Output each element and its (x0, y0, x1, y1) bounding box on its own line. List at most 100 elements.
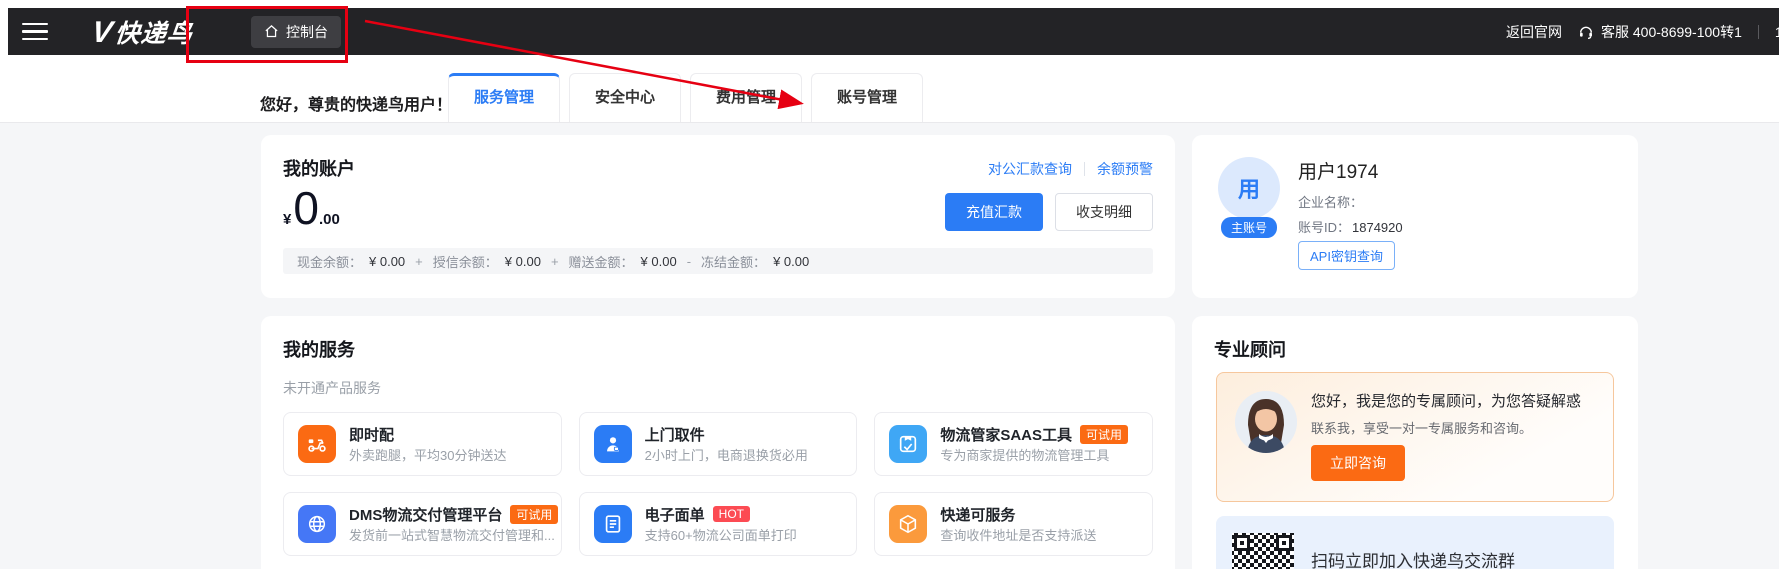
service-desc: 外卖跑腿，平均30分钟送达 (349, 448, 506, 463)
balance-breakdown-bar: 现金余额：¥ 0.00+ 授信余额：¥ 0.00+ 赠送金额：¥ 0.00- 冻… (283, 248, 1153, 274)
service-item-dms-platform[interactable]: DMS物流交付管理平台 可试用 发货前一站式智慧物流交付管理和... (283, 492, 562, 556)
advisor-contact-line: 联系我，享受一对一专属服务和咨询。 (1311, 418, 1532, 437)
balance-decimal: .00 (319, 211, 340, 228)
tab-service-management[interactable]: 服务管理 (448, 73, 560, 122)
balance-integer: 0 (293, 185, 319, 231)
scooter-icon (298, 425, 336, 463)
customer-service[interactable]: 客服 400-8699-100转1 (1578, 22, 1742, 42)
income-expense-detail-button[interactable]: 收支明细 (1055, 193, 1153, 231)
saas-app-icon (889, 425, 927, 463)
page: V 快递鸟 控制台 返回官网 客服 400-8699-100转1 1860 您好… (0, 0, 1779, 569)
qr-caption: 扫码立即加入快递鸟交流群 (1311, 547, 1515, 569)
home-icon (264, 24, 279, 39)
headset-icon (1578, 24, 1594, 40)
hot-badge: HOT (713, 506, 750, 522)
consult-now-button[interactable]: 立即咨询 (1311, 445, 1405, 481)
op-plus: + (548, 254, 562, 269)
advisor-photo (1235, 391, 1297, 453)
api-key-query-button[interactable]: API密钥查询 (1298, 241, 1395, 270)
console-button[interactable]: 控制台 (251, 16, 341, 48)
tab-row: 您好，尊贵的快递鸟用户！ 服务管理 安全中心 费用管理 账号管理 (0, 55, 1779, 123)
service-item-logistics-saas[interactable]: 物流管家SAAS工具 可试用 专为商家提供的物流管理工具 (874, 412, 1153, 476)
credit-balance-value: ¥ 0.00 (505, 254, 541, 269)
service-title: 电子面单 (645, 504, 705, 525)
avatar-wrap: 用 主账号 (1218, 157, 1280, 238)
navbar-right-group: 返回官网 客服 400-8699-100转1 1860 (1506, 8, 1779, 55)
account-phone[interactable]: 1860 (1775, 24, 1779, 40)
service-item-door-pickup[interactable]: 上门取件 2小时上门，电商退换货必用 (579, 412, 858, 476)
remittance-query-link[interactable]: 对公汇款查询 (988, 159, 1072, 179)
trial-badge: 可试用 (510, 505, 558, 524)
console-label: 控制台 (286, 22, 328, 42)
cs-phone-label: 客服 400-8699-100转1 (1601, 22, 1742, 42)
avatar: 用 (1218, 157, 1280, 219)
tabs: 服务管理 安全中心 费用管理 账号管理 (448, 73, 923, 122)
trial-badge: 可试用 (1080, 425, 1128, 444)
advisor-promo-box: 您好，我是您的专属顾问，为您答疑解惑 联系我，享受一对一专属服务和咨询。 立即咨… (1216, 372, 1614, 502)
service-item-instant-delivery[interactable]: 即时配 外卖跑腿，平均30分钟送达 (283, 412, 562, 476)
gift-amount-label: 赠送金额： (569, 252, 634, 271)
advisor-card: 专业顾问 您好，我是您的专属顾问，为您答疑解惑 联系我，享受一对一专属服务和咨询… (1192, 316, 1638, 569)
recharge-button[interactable]: 充值汇款 (945, 193, 1043, 231)
navbar-divider (1758, 25, 1759, 39)
account-links: 对公汇款查询 余额预警 (988, 159, 1153, 179)
frozen-amount-value: ¥ 0.00 (773, 254, 809, 269)
qr-code (1232, 533, 1294, 569)
credit-balance-label: 授信余额： (433, 252, 498, 271)
main-account-badge: 主账号 (1221, 217, 1277, 238)
account-id-label: 账号ID： (1298, 220, 1350, 235)
op-plus: + (412, 254, 426, 269)
user-info-card: 用 主账号 用户1974 企业名称： 账号ID：1874920 API密钥查询 (1192, 135, 1638, 298)
service-title: 上门取件 (645, 424, 705, 445)
balance-alert-link[interactable]: 余额预警 (1097, 159, 1153, 179)
cash-balance-label: 现金余额： (297, 252, 362, 271)
logo-text: 快递鸟 (113, 14, 195, 50)
content-area: 我的账户 对公汇款查询 余额预警 ¥ 0 .00 充值汇款 收支明细 现金余额：… (0, 123, 1779, 569)
greeting-text: 您好，尊贵的快递鸟用户！ (260, 91, 452, 115)
account-id-row: 账号ID：1874920 (1298, 217, 1403, 236)
service-desc: 查询收件地址是否支持派送 (940, 528, 1096, 543)
tab-security-center[interactable]: 安全中心 (569, 73, 681, 122)
service-title: 物流管家SAAS工具 (940, 424, 1072, 445)
tab-fee-management[interactable]: 费用管理 (690, 73, 802, 122)
account-card-title: 我的账户 (283, 155, 355, 181)
advisor-card-title: 专业顾问 (1214, 336, 1286, 362)
service-desc: 2小时上门，电商退换货必用 (645, 448, 808, 463)
my-account-card: 我的账户 对公汇款查询 余额预警 ¥ 0 .00 充值汇款 收支明细 现金余额：… (261, 135, 1175, 298)
service-desc: 发货前一站式智慧物流交付管理和... (349, 528, 555, 543)
service-desc: 支持60+物流公司面单打印 (645, 528, 797, 543)
services-grid: 即时配 外卖跑腿，平均30分钟送达 上门取件 2小时上门，电商退换货必用 (283, 412, 1153, 556)
globe-icon (298, 505, 336, 543)
account-actions: 充值汇款 收支明细 (945, 193, 1153, 231)
services-card-title: 我的服务 (283, 336, 355, 362)
top-navbar: V 快递鸟 控制台 返回官网 客服 400-8699-100转1 1860 (8, 8, 1779, 55)
tab-account-management[interactable]: 账号管理 (811, 73, 923, 122)
account-id-value: 1874920 (1352, 220, 1403, 235)
service-title: 即时配 (349, 424, 394, 445)
kuaidiniao-logo[interactable]: V 快递鸟 (92, 14, 193, 50)
back-to-site-link[interactable]: 返回官网 (1506, 22, 1562, 42)
links-divider (1084, 162, 1085, 176)
service-title: 快递可服务 (940, 504, 1015, 525)
services-subtitle: 未开通产品服务 (283, 378, 381, 398)
waybill-doc-icon (594, 505, 632, 543)
service-item-delivery-coverage[interactable]: 快递可服务 查询收件地址是否支持派送 (874, 492, 1153, 556)
logo-v-icon: V (90, 16, 116, 50)
service-item-e-waybill[interactable]: 电子面单 HOT 支持60+物流公司面单打印 (579, 492, 858, 556)
account-balance: ¥ 0 .00 (283, 185, 340, 231)
parcel-box-icon (889, 505, 927, 543)
op-minus: - (684, 254, 694, 269)
frozen-amount-label: 冻结金额： (701, 252, 766, 271)
advisor-greeting-line: 您好，我是您的专属顾问，为您答疑解惑 (1311, 390, 1581, 411)
qr-section: 扫码立即加入快递鸟交流群 (1216, 516, 1614, 569)
company-name-label: 企业名称： (1298, 192, 1363, 211)
menu-icon[interactable] (22, 18, 48, 46)
gift-amount-value: ¥ 0.00 (641, 254, 677, 269)
my-services-card: 我的服务 未开通产品服务 即时配 外卖跑腿，平均30分钟送达 (261, 316, 1175, 569)
currency-symbol: ¥ (283, 211, 291, 228)
service-desc: 专为商家提供的物流管理工具 (940, 448, 1109, 463)
cash-balance-value: ¥ 0.00 (369, 254, 405, 269)
courier-person-icon (594, 425, 632, 463)
service-title: DMS物流交付管理平台 (349, 504, 502, 525)
user-name: 用户1974 (1298, 157, 1378, 184)
